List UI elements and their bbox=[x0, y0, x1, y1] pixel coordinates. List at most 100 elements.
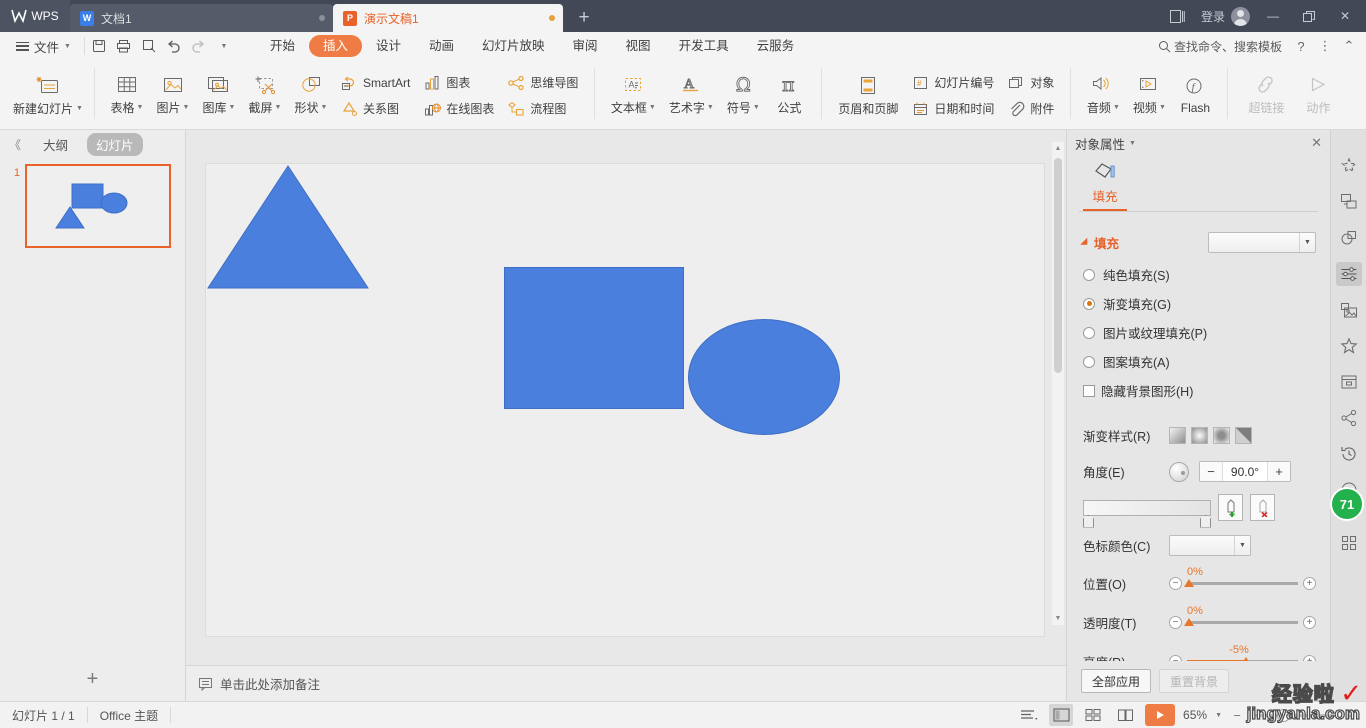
apps-grid-icon[interactable] bbox=[1336, 531, 1362, 555]
symbol-button[interactable]: Ω 符号 ▼ bbox=[720, 62, 766, 129]
slide-vertical-scrollbar[interactable]: ▲ ▼ bbox=[1052, 142, 1064, 625]
save-icon[interactable] bbox=[87, 35, 111, 57]
position-slider-track[interactable]: 0% bbox=[1184, 566, 1298, 587]
zoom-slider-knob[interactable] bbox=[1277, 708, 1290, 722]
add-slide-button[interactable]: + bbox=[0, 657, 185, 701]
transparency-slider-knob[interactable] bbox=[1184, 618, 1194, 626]
slide-sorter-icon[interactable] bbox=[1081, 704, 1105, 726]
gradient-style-linear[interactable] bbox=[1169, 427, 1186, 444]
shape-rectangle[interactable] bbox=[504, 266, 684, 409]
close-button[interactable]: ✕ bbox=[1328, 1, 1362, 31]
help-icon[interactable]: ? bbox=[1290, 35, 1312, 57]
online-chart-button[interactable]: 在线图表 bbox=[421, 98, 497, 120]
minimize-button[interactable]: — bbox=[1256, 1, 1290, 31]
position-decrease-button[interactable]: − bbox=[1169, 577, 1182, 590]
fill-section-header[interactable]: 填充 bbox=[1080, 233, 1119, 252]
insert-audio-button[interactable]: 音频 ▼ bbox=[1080, 62, 1126, 129]
gradient-style-radial-center[interactable] bbox=[1191, 427, 1208, 444]
search-command-box[interactable]: 查找命令、搜索模板 bbox=[1152, 38, 1288, 55]
fill-option-gradient[interactable]: 渐变填充(G) bbox=[1083, 294, 1316, 313]
date-time-button[interactable]: 日期和时间 bbox=[909, 98, 997, 120]
textbox-button[interactable]: A 文本框 ▼ bbox=[604, 62, 662, 129]
attachment-button[interactable]: 附件 bbox=[1005, 98, 1057, 120]
tab-review[interactable]: 审阅 bbox=[559, 35, 612, 57]
transparency-slider-track[interactable]: 0% bbox=[1184, 605, 1298, 626]
tab-presentation1[interactable]: P 演示文稿1 bbox=[333, 4, 563, 32]
reading-view-icon[interactable] bbox=[1113, 704, 1137, 726]
gradient-stop-bar[interactable] bbox=[1083, 499, 1211, 528]
brightness-increase-button[interactable]: + bbox=[1303, 655, 1316, 661]
undo-icon[interactable] bbox=[162, 35, 186, 57]
restore-button[interactable] bbox=[1292, 1, 1326, 31]
gradient-style-radial-edge[interactable] bbox=[1213, 427, 1230, 444]
insert-table-button[interactable]: 表格 ▼ bbox=[104, 62, 150, 129]
wordart-button[interactable]: A 艺术字 ▼ bbox=[662, 62, 720, 129]
properties-title-group[interactable]: 对象属性 ▼ bbox=[1075, 134, 1136, 153]
tab-slideshow[interactable]: 幻灯片放映 bbox=[468, 35, 559, 57]
insert-flash-button[interactable]: f Flash bbox=[1172, 62, 1218, 129]
tab-animation[interactable]: 动画 bbox=[415, 35, 468, 57]
object-properties-icon[interactable] bbox=[1335, 262, 1362, 286]
angle-decrease-button[interactable]: − bbox=[1200, 462, 1222, 481]
notification-badge[interactable]: 71 bbox=[1330, 487, 1364, 521]
tab-developer[interactable]: 开发工具 bbox=[665, 35, 743, 57]
close-properties-icon[interactable]: ✕ bbox=[1311, 135, 1322, 151]
chevron-down-icon[interactable]: ▼ bbox=[1234, 536, 1250, 555]
tab-slides-view[interactable]: 幻灯片 bbox=[87, 132, 143, 156]
transparency-increase-button[interactable]: + bbox=[1303, 616, 1316, 629]
angle-increase-button[interactable]: + bbox=[1268, 462, 1290, 481]
fill-option-solid[interactable]: 纯色填充(S) bbox=[1083, 265, 1316, 284]
insert-chart-button[interactable]: 图表 bbox=[421, 72, 497, 94]
notes-pane[interactable]: 单击此处添加备注 bbox=[186, 665, 1066, 701]
hide-background-graphics-option[interactable]: 隐藏背景图形(H) bbox=[1083, 381, 1316, 400]
zoom-dropdown-icon[interactable]: ▼ bbox=[1215, 712, 1222, 719]
archive-icon[interactable] bbox=[1336, 370, 1362, 394]
print-icon[interactable] bbox=[112, 35, 136, 57]
angle-dial[interactable] bbox=[1169, 461, 1189, 482]
brightness-slider-track[interactable]: -5% bbox=[1187, 644, 1298, 661]
slide-canvas[interactable] bbox=[206, 163, 1044, 636]
hyperlink-button[interactable]: 超链接 bbox=[1237, 62, 1295, 129]
slide-number-button[interactable]: # 幻灯片编号 bbox=[909, 72, 997, 94]
tab-insert[interactable]: 插入 bbox=[308, 35, 362, 57]
transparency-decrease-button[interactable]: − bbox=[1169, 616, 1182, 629]
tab-view[interactable]: 视图 bbox=[612, 35, 665, 57]
insert-gallery-button[interactable]: 图库 ▼ bbox=[196, 62, 242, 129]
favorites-icon[interactable] bbox=[1336, 334, 1362, 358]
gradient-stop-start[interactable] bbox=[1083, 514, 1094, 528]
sidebar-toggle-icon[interactable] bbox=[1161, 1, 1195, 31]
tab-start[interactable]: 开始 bbox=[256, 35, 309, 57]
gradient-style-diagonal[interactable] bbox=[1235, 427, 1252, 444]
file-menu-button[interactable]: 文件 ▼ bbox=[8, 35, 79, 57]
smartart-button[interactable]: SmartArt bbox=[338, 72, 413, 94]
zoom-out-button[interactable]: − bbox=[1230, 708, 1244, 723]
shape-triangle[interactable] bbox=[206, 164, 370, 290]
more-options-icon[interactable]: ⋮ bbox=[1314, 35, 1336, 57]
scroll-up-icon[interactable]: ▲ bbox=[1052, 142, 1064, 155]
apply-all-button[interactable]: 全部应用 bbox=[1081, 669, 1152, 693]
normal-view-icon[interactable] bbox=[1049, 704, 1074, 726]
position-increase-button[interactable]: + bbox=[1303, 577, 1316, 590]
thumbnail-row-1[interactable]: 1 bbox=[0, 164, 185, 248]
gradient-stop-end[interactable] bbox=[1200, 514, 1211, 528]
collapse-ribbon-icon[interactable]: ⌃ bbox=[1338, 35, 1360, 57]
header-footer-button[interactable]: 页眉和页脚 bbox=[831, 62, 905, 129]
slide-thumbnail-1[interactable] bbox=[25, 164, 171, 248]
tab-fill[interactable]: 填充 bbox=[1083, 160, 1127, 211]
zoom-slider[interactable] bbox=[1252, 708, 1334, 722]
combine-shape-icon[interactable] bbox=[1336, 226, 1362, 250]
flowchart-button[interactable]: 流程图 bbox=[505, 98, 581, 120]
radio-solid-fill[interactable] bbox=[1083, 268, 1095, 281]
zoom-level-label[interactable]: 65% bbox=[1183, 708, 1207, 722]
picture-layout-icon[interactable] bbox=[1336, 298, 1362, 322]
new-slide-button[interactable]: 新建幻灯片 ▼ bbox=[11, 62, 85, 129]
add-gradient-stop-button[interactable] bbox=[1218, 494, 1243, 521]
fill-option-picture-texture[interactable]: 图片或纹理填充(P) bbox=[1083, 323, 1316, 342]
mindmap-button[interactable]: 思维导图 bbox=[505, 72, 581, 94]
share-icon[interactable] bbox=[1336, 406, 1362, 430]
customize-quick-access-icon[interactable]: ▼ bbox=[212, 35, 236, 57]
radio-pattern-fill[interactable] bbox=[1083, 355, 1095, 368]
zoom-in-button[interactable]: + bbox=[1342, 708, 1356, 723]
insert-picture-button[interactable]: 图片 ▼ bbox=[150, 62, 196, 129]
reset-background-button[interactable]: 重置背景 bbox=[1159, 669, 1230, 693]
